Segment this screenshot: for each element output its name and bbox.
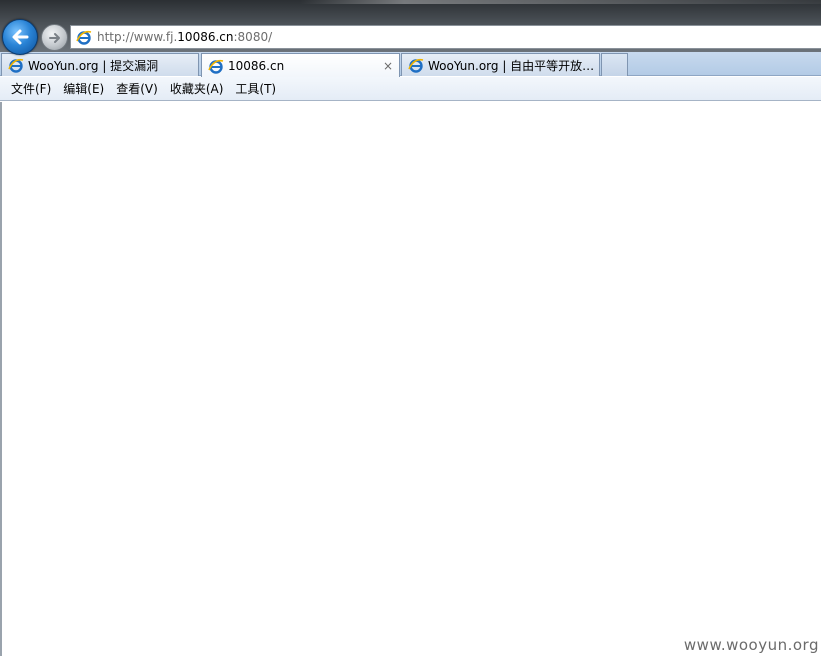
tab-wooyun-home[interactable]: WooYun.org | 自由平等开放…	[401, 53, 600, 76]
page-content: www.wooyun.org	[0, 102, 821, 656]
tab-label: WooYun.org | 提交漏洞	[28, 58, 159, 73]
ie-page-icon	[76, 29, 92, 45]
back-button[interactable]	[2, 19, 38, 55]
menu-tools[interactable]: 工具(T)	[234, 80, 277, 97]
tab-10086[interactable]: 10086.cn ×	[201, 53, 400, 77]
tab-label: 10086.cn	[228, 58, 285, 73]
glass-highlight	[300, 0, 821, 4]
url-text[interactable]: http://www.fj.10086.cn:8080/	[97, 30, 272, 44]
tab-row: WooYun.org | 提交漏洞 10086.cn × WooYun.org …	[0, 52, 821, 77]
ie-page-icon	[408, 57, 424, 73]
address-bar[interactable]: http://www.fj.10086.cn:8080/	[70, 25, 821, 49]
browser-window: http://www.fj.10086.cn:8080/ WooYun.org …	[0, 0, 821, 656]
close-icon[interactable]: ×	[381, 59, 395, 73]
ie-page-icon	[8, 57, 24, 73]
menu-bar: 文件(F) 编辑(E) 查看(V) 收藏夹(A) 工具(T)	[0, 77, 821, 101]
url-suffix: :8080/	[233, 30, 273, 44]
forward-button[interactable]	[41, 24, 68, 51]
menu-edit[interactable]: 编辑(E)	[62, 80, 105, 97]
menu-file[interactable]: 文件(F)	[10, 80, 52, 97]
watermark: www.wooyun.org	[683, 636, 819, 654]
forward-arrow-icon	[48, 32, 60, 43]
ie-page-icon	[208, 58, 224, 74]
tab-label: WooYun.org | 自由平等开放…	[428, 58, 595, 73]
menu-favorites[interactable]: 收藏夹(A)	[169, 80, 225, 97]
tab-wooyun-submit[interactable]: WooYun.org | 提交漏洞	[1, 53, 199, 76]
menu-view[interactable]: 查看(V)	[115, 80, 159, 97]
back-arrow-icon	[12, 29, 29, 45]
url-domain: 10086.cn	[177, 30, 234, 44]
new-tab-button[interactable]	[601, 53, 628, 76]
url-prefix: http://www.fj.	[97, 30, 178, 44]
